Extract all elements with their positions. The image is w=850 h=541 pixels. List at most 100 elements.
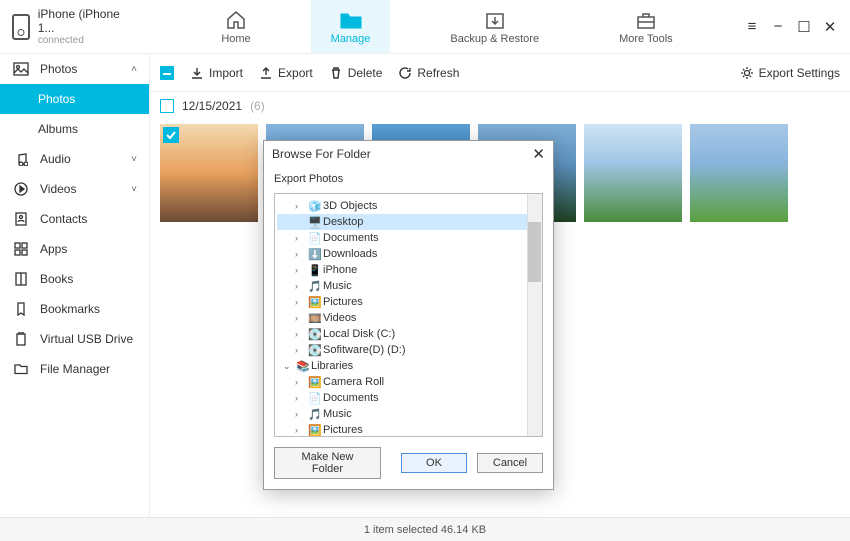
bookmark-icon <box>12 302 30 316</box>
sidebar-item-bookmarks[interactable]: Bookmarks <box>0 294 149 324</box>
music-small-icon: 🎵 <box>307 280 323 293</box>
tree-scrollbar[interactable] <box>527 194 542 436</box>
tree-item-softd[interactable]: ›💽Sofitware(D) (D:) <box>277 342 540 358</box>
check-icon <box>163 127 179 143</box>
chevron-up-icon: ˄ <box>131 64 137 75</box>
export-icon <box>259 66 273 80</box>
disk-icon: 💽 <box>307 344 323 357</box>
tree-item-cameraroll[interactable]: ›🖼️Camera Roll <box>277 374 540 390</box>
contacts-icon <box>12 212 30 226</box>
sidebar-sub-photos[interactable]: Photos <box>0 84 149 114</box>
close-button[interactable]: ✕ <box>822 18 838 36</box>
videos-icon: 🎞️ <box>307 312 323 325</box>
disk-icon: 💽 <box>307 328 323 341</box>
delete-button[interactable]: Delete <box>329 66 383 80</box>
minimize-button[interactable]: − <box>770 18 786 35</box>
tree-item-pictures2[interactable]: ›🖼️Pictures <box>277 422 540 437</box>
tree-item-desktop[interactable]: 🖥️Desktop <box>277 214 540 230</box>
tree-item-libraries[interactable]: ⌄📚Libraries <box>277 358 540 374</box>
sidebar-label: Videos <box>40 182 76 196</box>
folder-icon <box>339 9 363 31</box>
group-count: (6) <box>250 99 265 113</box>
tree-item-localc[interactable]: ›💽Local Disk (C:) <box>277 326 540 342</box>
doc-icon: 📄 <box>307 232 323 245</box>
refresh-button[interactable]: Refresh <box>398 66 459 80</box>
folder-tree[interactable]: ›🧊3D Objects 🖥️Desktop ›📄Documents ›⬇️Do… <box>274 193 543 437</box>
make-new-folder-button[interactable]: Make New Folder <box>274 447 381 479</box>
chevron-down-icon: ˅ <box>131 154 137 165</box>
tree-item-downloads[interactable]: ›⬇️Downloads <box>277 246 540 262</box>
device-name: iPhone (iPhone 1... <box>38 7 138 35</box>
desktop-icon: 🖥️ <box>307 216 323 229</box>
doc-icon: 📄 <box>307 392 323 405</box>
pictures-icon: 🖼️ <box>307 296 323 309</box>
browse-folder-dialog: Browse For Folder ✕ Export Photos ›🧊3D O… <box>263 140 554 490</box>
nav-manage[interactable]: Manage <box>311 0 391 53</box>
nav-home[interactable]: Home <box>201 0 270 53</box>
sidebar-label: Contacts <box>40 212 87 226</box>
sidebar-item-videos[interactable]: Videos ˅ <box>0 174 149 204</box>
refresh-icon <box>398 66 412 80</box>
hamburger-icon[interactable]: ≡ <box>744 18 760 35</box>
status-bar: 1 item selected 46.14 KB <box>0 517 850 541</box>
select-all-checkbox[interactable] <box>160 66 174 80</box>
tree-item-3dobjects[interactable]: ›🧊3D Objects <box>277 198 540 214</box>
tree-item-documents[interactable]: ›📄Documents <box>277 230 540 246</box>
libraries-icon: 📚 <box>295 360 311 373</box>
import-icon <box>190 66 204 80</box>
photo-thumb[interactable] <box>690 124 788 222</box>
sidebar-item-usb[interactable]: Virtual USB Drive <box>0 324 149 354</box>
tree-item-documents2[interactable]: ›📄Documents <box>277 390 540 406</box>
tree-item-videos[interactable]: ›🎞️Videos <box>277 310 540 326</box>
scrollbar-thumb[interactable] <box>528 222 541 282</box>
status-text: 1 item selected 46.14 KB <box>364 524 486 536</box>
group-date: 12/15/2021 <box>182 99 242 113</box>
sidebar-sub-albums[interactable]: Albums <box>0 114 149 144</box>
phone-icon <box>12 14 30 40</box>
sidebar-item-contacts[interactable]: Contacts <box>0 204 149 234</box>
pictures-icon: 🖼️ <box>307 424 323 437</box>
folder-outline-icon <box>12 363 30 375</box>
backup-icon <box>484 9 506 31</box>
export-settings-button[interactable]: Export Settings <box>740 66 840 80</box>
nav-tools[interactable]: More Tools <box>599 0 693 53</box>
sidebar-item-books[interactable]: Books <box>0 264 149 294</box>
toolbox-icon <box>635 9 657 31</box>
chevron-down-icon: ˅ <box>131 184 137 195</box>
tree-item-pictures[interactable]: ›🖼️Pictures <box>277 294 540 310</box>
sidebar-label: Photos <box>40 62 77 76</box>
dialog-subtitle: Export Photos <box>264 167 553 193</box>
play-icon <box>12 182 30 196</box>
device-info[interactable]: iPhone (iPhone 1... connected <box>0 7 150 46</box>
sidebar-item-apps[interactable]: Apps <box>0 234 149 264</box>
apps-icon <box>12 242 30 256</box>
export-button[interactable]: Export <box>259 66 313 80</box>
dialog-title: Browse For Folder <box>272 147 371 161</box>
sidebar-item-photos[interactable]: Photos ˄ <box>0 54 149 84</box>
music-icon <box>12 152 30 166</box>
photo-thumb[interactable] <box>160 124 258 222</box>
group-checkbox[interactable] <box>160 99 174 113</box>
nav-home-label: Home <box>221 33 250 45</box>
image-icon <box>12 62 30 76</box>
sidebar-label: Bookmarks <box>40 302 100 316</box>
sidebar-item-filemanager[interactable]: File Manager <box>0 354 149 384</box>
sidebar-label: File Manager <box>40 362 110 376</box>
sidebar-label: Books <box>40 272 73 286</box>
dialog-close-button[interactable]: ✕ <box>532 145 545 163</box>
import-button[interactable]: Import <box>190 66 243 80</box>
ok-button[interactable]: OK <box>401 453 467 473</box>
cancel-button[interactable]: Cancel <box>477 453 543 473</box>
tree-item-music2[interactable]: ›🎵Music <box>277 406 540 422</box>
sidebar-label: Audio <box>40 152 71 166</box>
nav-backup-label: Backup & Restore <box>450 33 539 45</box>
home-icon <box>225 9 247 31</box>
maximize-button[interactable]: ☐ <box>796 18 812 36</box>
music-small-icon: 🎵 <box>307 408 323 421</box>
tree-item-music[interactable]: ›🎵Music <box>277 278 540 294</box>
sidebar-item-audio[interactable]: Audio ˅ <box>0 144 149 174</box>
tree-item-iphone[interactable]: ›📱iPhone <box>277 262 540 278</box>
camera-icon: 🖼️ <box>307 376 323 389</box>
nav-backup[interactable]: Backup & Restore <box>430 0 559 53</box>
photo-thumb[interactable] <box>584 124 682 222</box>
